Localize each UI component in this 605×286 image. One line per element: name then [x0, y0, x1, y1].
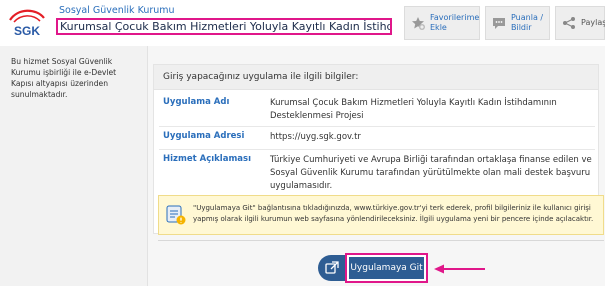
page-header: SGK Sosyal Güvenlik Kurumu Kurumsal Çocu…: [0, 0, 605, 46]
row-divider: [159, 149, 595, 150]
redirect-notice: "Uygulamaya Git" bağlantısına tıkladığın…: [158, 195, 604, 235]
go-to-application-button[interactable]: Uygulamaya Git: [345, 253, 428, 283]
app-address-label: Uygulama Adresi: [163, 131, 245, 141]
left-sidebar: Bu hizmet Sosyal Güvenlik Kurumu işbirli…: [0, 46, 148, 286]
app-name-label: Uygulama Adı: [163, 97, 230, 107]
row-divider: [159, 126, 595, 127]
redirect-notice-text: "Uygulamaya Git" bağlantısına tıkladığın…: [193, 204, 594, 223]
service-provider-note: Bu hizmet Sosyal Güvenlik Kurumu işbirli…: [11, 57, 117, 99]
go-to-application-group: Uygulamaya Git: [318, 253, 434, 283]
rate-report-button[interactable]: Puanla / Bildir: [485, 6, 550, 40]
app-address-value: https://uyg.sgk.gov.tr: [270, 132, 361, 142]
svg-text:SGK: SGK: [14, 24, 40, 38]
comment-icon: [493, 18, 505, 29]
add-to-favorites-button[interactable]: Favorilerime Ekle: [404, 6, 480, 40]
service-description-label: Hizmet Açıklaması: [163, 154, 252, 164]
section-divider: [158, 240, 604, 241]
share-icon: [563, 17, 575, 29]
service-description-value: Türkiye Cumhuriyeti ve Avrupa Birliği ta…: [270, 155, 592, 191]
warning-hand-icon: [166, 205, 186, 225]
pointer-arrow-icon: [434, 264, 485, 274]
rate-report-label: Puanla / Bildir: [511, 13, 544, 32]
share-label: Paylaş: [581, 18, 605, 27]
share-button[interactable]: Paylaş: [555, 6, 605, 40]
app-name-value: Kurumsal Çocuk Bakım Hizmetleri Yoluyla …: [270, 98, 557, 121]
sgk-logo[interactable]: SGK: [6, 6, 48, 40]
main-content: Giriş yapacağınız uygulama ile ilgili bi…: [148, 46, 605, 286]
external-app-icon[interactable]: [318, 255, 346, 281]
info-card-heading: Giriş yapacağınız uygulama ile ilgili bi…: [154, 65, 598, 90]
go-to-application-label: Uygulamaya Git: [349, 257, 424, 279]
star-plus-icon: [412, 17, 425, 30]
add-to-favorites-label: Favorilerime Ekle: [430, 13, 480, 32]
service-title: Kurumsal Çocuk Bakım Hizmetleri Yoluyla …: [56, 18, 392, 35]
organization-name[interactable]: Sosyal Güvenlik Kurumu: [59, 5, 175, 17]
